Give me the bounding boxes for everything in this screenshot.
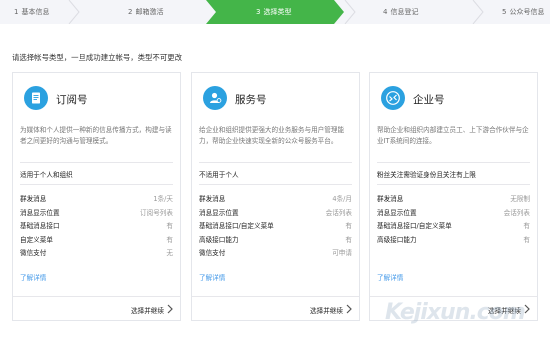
feature-row: 高级接口能力 有 [199, 232, 352, 246]
feature-name: 基础消息接口 [20, 222, 60, 230]
feature-row: 消息显示位置 订阅号列表 [20, 205, 173, 219]
divider [377, 162, 530, 163]
feature-value: 无限制 [510, 195, 530, 203]
feature-name: 群发消息 [199, 195, 226, 203]
feature-name: 微信支付 [20, 249, 47, 257]
feature-row: 群发消息 1条/天 [20, 191, 173, 205]
step-label: 邮箱激活 [135, 8, 164, 16]
watermark: Kejixun.com [385, 300, 526, 325]
step-2: 2 邮箱激活 [128, 0, 163, 24]
step-number: 1 [14, 8, 19, 16]
feature-name: 消息显示位置 [20, 208, 60, 217]
feature-value: 1条/天 [153, 195, 173, 203]
learn-more-link[interactable]: 了解详情 [199, 272, 225, 282]
feature-value: 有 [345, 235, 352, 244]
service-user-icon [203, 86, 227, 110]
feature-name: 高级接口能力 [199, 235, 239, 244]
feature-row: 微信支付 可申请 [199, 245, 352, 259]
card-scope: 粉丝关注需验证身份且关注有上限 [377, 171, 476, 179]
chevron-right-icon[interactable] [345, 303, 353, 315]
feature-value: 无 [166, 249, 173, 257]
step-5: 5 公众号信息 [502, 0, 544, 24]
step-number: 2 [128, 8, 133, 16]
step-3: 3 选择类型 [256, 0, 291, 24]
card-enterprise[interactable]: 企业号 帮助企业和组织内部建立员工、上下游合作伙伴与企业IT系统间的连接。 粉丝… [369, 72, 538, 321]
card-title: 服务号 [235, 94, 267, 106]
step-number: 4 [383, 8, 388, 16]
feature-name: 自定义菜单 [20, 235, 53, 244]
feature-value: 订阅号列表 [140, 208, 173, 217]
feature-row: 微信支付 无 [20, 245, 173, 259]
feature-list: 群发消息 4条/月 消息显示位置 会话列表 基础消息接口/自定义菜单有 高级接口能力… [199, 191, 352, 259]
divider [199, 162, 352, 163]
feature-name: 消息显示位置 [377, 208, 417, 217]
card-footer[interactable]: 选择并继续 [192, 296, 359, 320]
card-scope: 不适用于个人 [199, 171, 239, 179]
feature-value: 4条/月 [332, 195, 352, 203]
step-progress-bar: 1 基本信息 2 邮箱激活 3 选择类型 4 信息登记 5 公众号信息 [0, 0, 550, 24]
card-description: 帮助企业和组织内部建立员工、上下游合作伙伴与企业IT系统间的连接。 [377, 126, 529, 145]
card-header: 服务号 [192, 73, 359, 123]
card-title: 订阅号 [56, 94, 88, 106]
card-subscription[interactable]: 订阅号 为媒体和个人提供一种新的信息传播方式，构建与读者之间更好的沟通与管理模式… [12, 72, 181, 321]
feature-row: 群发消息 4条/月 [199, 191, 352, 205]
feature-row: 基础消息接口/自定义菜单 有 [377, 218, 530, 232]
step-separator-icon [344, 0, 356, 24]
enterprise-link-icon [381, 86, 405, 110]
feature-row: 自定义菜单 有 [20, 232, 173, 246]
choose-continue-button[interactable]: 选择并继续 [310, 305, 343, 315]
divider [377, 184, 530, 185]
feature-row: 群发消息 无限制 [377, 191, 530, 205]
feature-row: 消息显示位置 会话列表 [377, 205, 530, 219]
divider [20, 162, 173, 163]
step-label: 信息登记 [390, 8, 419, 16]
feature-list: 群发消息 1条/天 消息显示位置 订阅号列表 基础消息接口有 自定义菜单有 微信支付… [20, 191, 173, 259]
card-service[interactable]: 服务号 给企业和组织提供更强大的业务服务与用户管理能力，帮助企业快速实现全新的公… [191, 72, 360, 321]
card-header: 企业号 [370, 73, 537, 123]
feature-value: 有 [523, 235, 530, 244]
step-number: 5 [502, 8, 507, 16]
feature-row: 基础消息接口 有 [20, 218, 173, 232]
step-label: 选择类型 [263, 8, 292, 16]
page-instruction: 请选择帐号类型，一旦成功建立帐号，类型不可更改 [12, 53, 182, 62]
feature-value: 可申请 [332, 249, 352, 257]
document-icon [24, 86, 48, 110]
feature-value: 有 [166, 222, 173, 230]
step-label: 基本信息 [21, 8, 50, 16]
feature-name: 消息显示位置 [199, 208, 239, 217]
feature-value: 有 [523, 222, 530, 230]
feature-row: 基础消息接口/自定义菜单 有 [199, 218, 352, 232]
feature-name: 微信支付 [199, 249, 226, 257]
feature-value: 会话列表 [503, 208, 530, 217]
divider [20, 184, 173, 185]
step-separator-icon [68, 0, 80, 24]
card-header: 订阅号 [13, 73, 180, 123]
learn-more-link[interactable]: 了解详情 [20, 272, 46, 282]
feature-value: 有 [345, 222, 352, 230]
feature-name: 高级接口能力 [377, 235, 417, 244]
card-description: 给企业和组织提供更强大的业务服务与用户管理能力，帮助企业快速实现全新的公众号服务… [199, 126, 345, 145]
learn-more-link[interactable]: 了解详情 [377, 272, 403, 282]
step-1: 1 基本信息 [14, 0, 49, 24]
card-footer[interactable]: 选择并继续 [13, 296, 180, 320]
feature-list: 群发消息 无限制 消息显示位置 会话列表 基础消息接口/自定义菜单有 高级接口能力有 [377, 191, 530, 245]
step-label: 公众号信息 [509, 8, 545, 16]
divider [199, 184, 352, 185]
feature-name: 群发消息 [20, 195, 47, 203]
step-separator-icon [472, 0, 484, 24]
chevron-right-icon[interactable] [166, 303, 174, 315]
feature-value: 有 [166, 235, 173, 244]
feature-row: 高级接口能力 有 [377, 232, 530, 246]
step-4: 4 信息登记 [383, 0, 418, 24]
feature-name: 基础消息接口/自定义菜单 [377, 222, 452, 230]
feature-name: 基础消息接口/自定义菜单 [199, 222, 274, 230]
feature-value: 会话列表 [325, 208, 352, 217]
card-description: 为媒体和个人提供一种新的信息传播方式，构建与读者之间更好的沟通与管理模式。 [20, 126, 172, 145]
feature-row: 消息显示位置 会话列表 [199, 205, 352, 219]
choose-continue-button[interactable]: 选择并继续 [131, 305, 164, 315]
step-number: 3 [256, 8, 261, 16]
feature-name: 群发消息 [377, 195, 404, 203]
card-scope: 适用于个人和组织 [20, 171, 73, 179]
card-title: 企业号 [413, 94, 445, 106]
